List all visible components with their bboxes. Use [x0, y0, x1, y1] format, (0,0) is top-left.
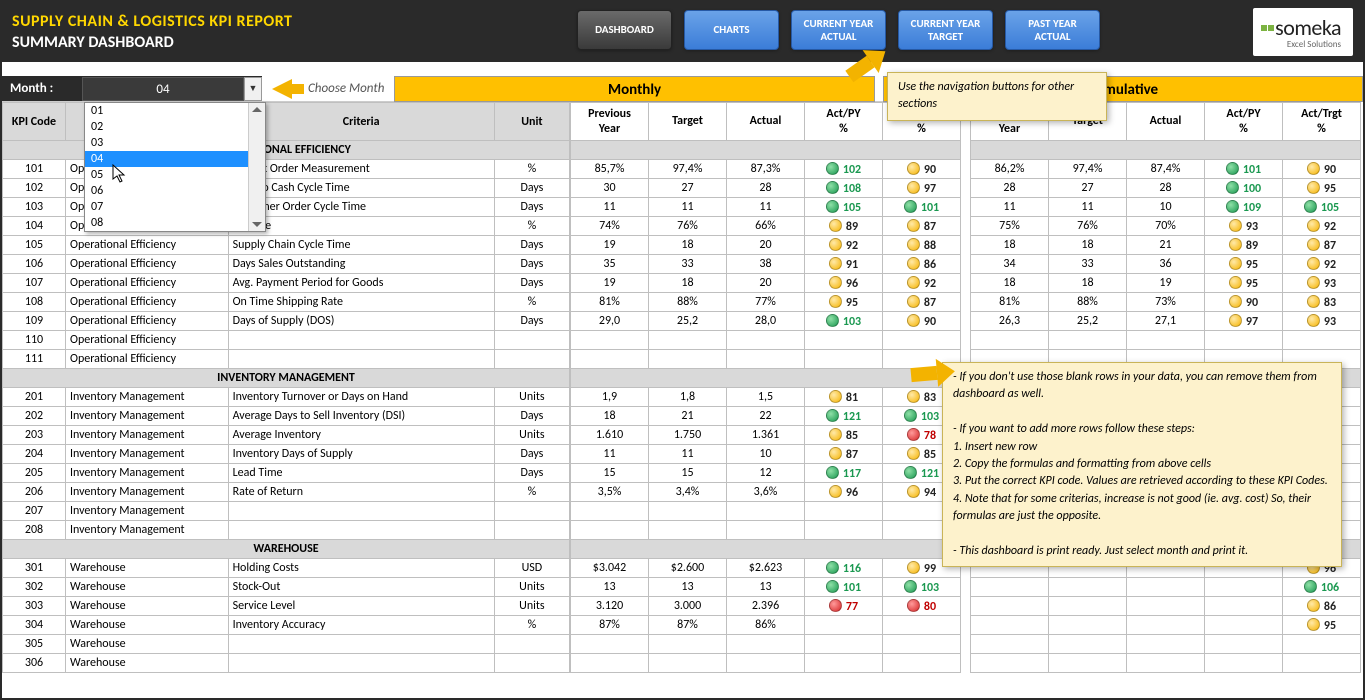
table-row: 107Operational EfficiencyAvg. Payment Pe…	[3, 274, 570, 293]
table-row: 19182096921818199593	[571, 274, 1361, 293]
month-option[interactable]: 07	[85, 199, 265, 215]
month-value[interactable]: 04	[82, 77, 244, 101]
charts-button[interactable]: CHARTS	[684, 10, 779, 50]
col-m-apy: Act/PY %	[805, 103, 883, 141]
table-row: 305Warehouse	[3, 635, 570, 654]
monthly-header: Monthly	[394, 76, 874, 102]
callout-instructions: - If you don't use those blank rows in y…	[942, 362, 1342, 567]
table-row: 206Inventory ManagementRate of Return%	[3, 483, 570, 502]
table-row: 203Inventory ManagementAverage Inventory…	[3, 426, 570, 445]
table-row: 29,025,228,01039026,325,227,19793	[571, 312, 1361, 331]
col-criteria: Criteria	[228, 103, 494, 141]
table-row: 111111105101111110109105	[571, 198, 1361, 217]
current-year-target-button[interactable]: CURRENT YEAR TARGET	[898, 10, 993, 50]
table-row: 205Inventory ManagementLead TimeDays	[3, 464, 570, 483]
table-row: 207Inventory Management	[3, 502, 570, 521]
month-label: Month :	[2, 81, 82, 96]
month-option[interactable]: 02	[85, 119, 265, 135]
col-m-act: Actual	[727, 103, 805, 141]
table-row: 81%88%77%958781%88%73%9083	[571, 293, 1361, 312]
table-row: 306Warehouse	[3, 654, 570, 673]
table-row: 131313101103106	[571, 578, 1361, 597]
app-header: SUPPLY CHAIN & LOGISTICS KPI REPORT SUMM…	[2, 2, 1363, 62]
report-title: SUPPLY CHAIN & LOGISTICS KPI REPORT	[12, 12, 292, 31]
choose-month-hint: Choose Month	[272, 76, 384, 101]
month-option[interactable]: 08	[85, 215, 265, 231]
table-row: 35333891863433369592	[571, 255, 1361, 274]
callout-arrow-icon	[910, 366, 937, 382]
table-row: 3027281089728272810095	[571, 179, 1361, 198]
section-header: WAREHOUSE	[3, 540, 570, 559]
table-row: 304WarehouseInventory Accuracy%	[3, 616, 570, 635]
past-year-actual-button[interactable]: PAST YEAR ACTUAL	[1005, 10, 1100, 50]
table-row	[571, 635, 1361, 654]
page-title: SUMMARY DASHBOARD	[12, 33, 292, 52]
month-option[interactable]: 06	[85, 183, 265, 199]
month-option[interactable]: 01	[85, 103, 265, 119]
table-row: 87%87%86%95	[571, 616, 1361, 635]
logo: someka Excel Solutions	[1253, 8, 1353, 56]
table-row: 3.1203.0002.396778086	[571, 597, 1361, 616]
table-row: 301WarehouseHolding CostsUSD	[3, 559, 570, 578]
callout-navigation: Use the navigation buttons for other sec…	[887, 72, 1107, 121]
table-row: 110Operational Efficiency	[3, 331, 570, 350]
dropdown-scrollbar[interactable]	[248, 103, 265, 231]
col-c-apy: Act/PY %	[1205, 103, 1283, 141]
table-row: 19182092881818218987	[571, 236, 1361, 255]
month-dropdown[interactable]: 0102030405060708	[84, 102, 266, 232]
table-row: 74%76%66%898775%76%70%9392	[571, 217, 1361, 236]
table-row: 204Inventory ManagementInventory Days of…	[3, 445, 570, 464]
table-row	[571, 331, 1361, 350]
section-header: INVENTORY MANAGEMENT	[3, 369, 570, 388]
table-row: 106Operational EfficiencyDays Sales Outs…	[3, 255, 570, 274]
table-row: 202Inventory ManagementAverage Days to S…	[3, 407, 570, 426]
col-m-py: Previous Year	[571, 103, 649, 141]
nav-bar: DASHBOARD CHARTS CURRENT YEAR ACTUAL CUR…	[577, 10, 1100, 50]
col-kpi-code: KPI Code	[3, 103, 66, 141]
table-row: 303WarehouseService LevelUnits	[3, 597, 570, 616]
table-row: 105Operational EfficiencySupply Chain Cy…	[3, 236, 570, 255]
table-row: 109Operational EfficiencyDays of Supply …	[3, 312, 570, 331]
dropdown-arrow-icon[interactable]: ▼	[244, 77, 262, 101]
month-selector: Month : 04 ▼	[2, 76, 262, 101]
month-option[interactable]: 05	[85, 167, 265, 183]
month-option[interactable]: 04	[85, 151, 265, 167]
dashboard-button[interactable]: DASHBOARD	[577, 10, 672, 50]
table-row: 111Operational Efficiency	[3, 350, 570, 369]
table-row: 201Inventory ManagementInventory Turnove…	[3, 388, 570, 407]
table-row	[571, 654, 1361, 673]
table-row: 108Operational EfficiencyOn Time Shippin…	[3, 293, 570, 312]
table-row: 208Inventory Management	[3, 521, 570, 540]
col-unit: Unit	[494, 103, 569, 141]
table-row: 85,7%97,4%87,3%1029086,2%97,4%87,4%10190	[571, 160, 1361, 179]
table-row: 302WarehouseStock-OutUnits	[3, 578, 570, 597]
col-c-act: Actual	[1127, 103, 1205, 141]
month-option[interactable]: 03	[85, 135, 265, 151]
col-m-tgt: Target	[649, 103, 727, 141]
col-c-atg: Act/Trgt %	[1283, 103, 1361, 141]
